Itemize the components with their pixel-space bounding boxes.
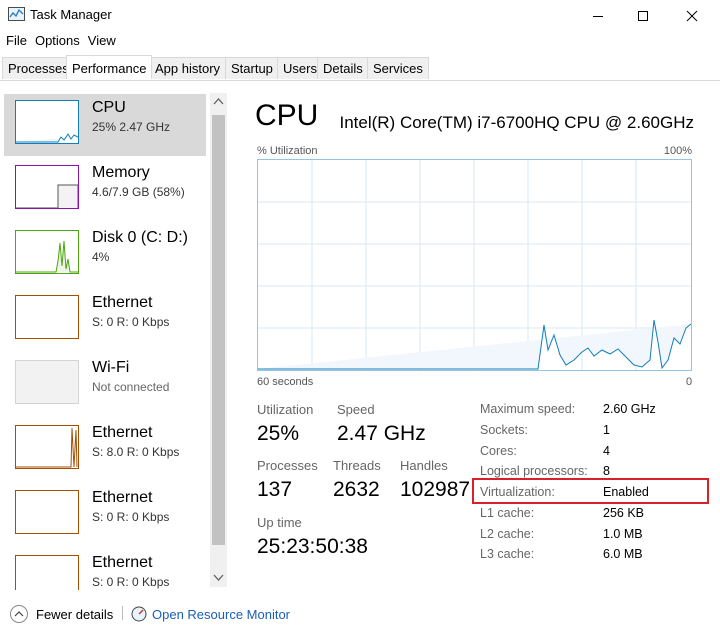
processes-value: 137: [257, 478, 293, 501]
cpu-model-name: Intel(R) Core(TM) i7-6700HQ CPU @ 2.60GH…: [339, 113, 694, 132]
close-icon: [686, 10, 698, 21]
sidebar-item-label: Wi-Fi: [92, 359, 130, 376]
sidebar-item-label: Disk 0 (C: D:): [92, 229, 188, 246]
info-value: 4: [603, 444, 610, 458]
menu-view[interactable]: View: [86, 33, 122, 51]
graph-x-min: 0: [686, 376, 693, 388]
speed-label: Speed: [337, 402, 375, 417]
info-label: Cores:: [480, 444, 517, 458]
disk-thumbnail: [15, 230, 79, 274]
sidebar-item-value: S: 0 R: 0 Kbps: [92, 575, 170, 589]
sidebar-item-label: Ethernet: [92, 554, 153, 571]
menu-bar: File Options View: [0, 33, 122, 51]
tab-strip: Processes Performance App history Startu…: [0, 55, 720, 81]
virtualization-highlight-box: [472, 478, 709, 504]
sidebar-item-ethernet-3[interactable]: Ethernet S: 0 R: 0 Kbps: [4, 484, 206, 546]
tab-startup[interactable]: Startup: [225, 57, 279, 79]
footer-bar: Fewer details Open Resource Monitor: [0, 598, 720, 632]
open-resource-monitor-link[interactable]: Open Resource Monitor: [152, 607, 290, 622]
tab-details[interactable]: Details: [317, 57, 369, 79]
sidebar-item-label: Ethernet: [92, 489, 153, 506]
sidebar-item-label: Ethernet: [92, 424, 153, 441]
page-title: CPU: [255, 99, 319, 132]
uptime-label: Up time: [257, 515, 302, 530]
menu-options[interactable]: Options: [33, 33, 86, 51]
chevron-up-icon[interactable]: [9, 604, 29, 624]
fewer-details-button[interactable]: Fewer details: [36, 607, 113, 622]
processes-label: Processes: [257, 458, 318, 473]
info-label: Logical processors:: [480, 464, 588, 478]
scroll-down-icon[interactable]: [213, 573, 224, 582]
info-label: Maximum speed:: [480, 402, 576, 416]
scrollbar-thumb[interactable]: [212, 115, 225, 545]
maximize-button[interactable]: [619, 0, 667, 31]
sidebar-item-value: Not connected: [92, 380, 170, 394]
sidebar-item-ethernet-2[interactable]: Ethernet S: 8.0 R: 0 Kbps: [4, 419, 206, 481]
info-value: 256 KB: [603, 506, 645, 520]
ethernet-thumbnail: [15, 425, 79, 469]
memory-thumbnail: [15, 165, 79, 209]
threads-label: Threads: [333, 458, 381, 473]
sidebar-item-value: 25% 2.47 GHz: [92, 120, 171, 134]
handles-value: 102987: [400, 478, 471, 501]
footer-divider: [122, 606, 123, 620]
sidebar-item-value: S: 0 R: 0 Kbps: [92, 510, 170, 524]
info-label: Sockets:: [480, 423, 528, 437]
window-title: Task Manager: [30, 7, 112, 22]
threads-value: 2632: [333, 478, 380, 501]
info-value: 1: [603, 423, 610, 437]
sidebar-item-label: CPU: [92, 99, 126, 116]
utilization-label: Utilization: [257, 402, 314, 417]
title-bar: Task Manager: [0, 0, 720, 31]
tab-services[interactable]: Services: [367, 57, 429, 79]
ethernet-thumbnail: [15, 295, 79, 339]
sidebar-item-ethernet-1[interactable]: Ethernet S: 0 R: 0 Kbps: [4, 289, 206, 351]
info-label: L1 cache:: [480, 506, 535, 520]
wifi-thumbnail: [15, 360, 79, 404]
task-manager-icon: [8, 7, 25, 21]
graph-y-label: % Utilization: [257, 145, 318, 157]
handles-label: Handles: [400, 458, 448, 473]
graph-y-max: 100%: [663, 145, 692, 157]
sidebar-item-memory[interactable]: Memory 4.6/7.9 GB (58%): [4, 159, 206, 221]
cpu-utilization-graph: [257, 159, 692, 371]
resource-monitor-icon: [131, 606, 147, 622]
minimize-button[interactable]: [574, 0, 622, 31]
info-value: 8: [603, 464, 610, 478]
sidebar-item-ethernet-4[interactable]: Ethernet S: 0 R: 0 Kbps: [4, 549, 206, 590]
tab-performance[interactable]: Performance: [66, 55, 153, 79]
minimize-icon: [593, 15, 603, 17]
menu-file[interactable]: File: [0, 33, 33, 51]
speed-value: 2.47 GHz: [337, 422, 426, 445]
sidebar-item-value: 4%: [92, 250, 110, 264]
tab-app-history[interactable]: App history: [149, 57, 227, 79]
sidebar-item-value: S: 8.0 R: 0 Kbps: [92, 445, 180, 459]
scroll-up-icon[interactable]: [213, 97, 224, 106]
sidebar-item-label: Memory: [92, 164, 150, 181]
ethernet-thumbnail: [15, 555, 79, 590]
graph-x-label: 60 seconds: [257, 376, 314, 388]
sidebar-item-wifi[interactable]: Wi-Fi Not connected: [4, 354, 206, 416]
info-label: L2 cache:: [480, 527, 535, 541]
utilization-value: 25%: [257, 422, 300, 445]
sidebar-item-value: 4.6/7.9 GB (58%): [92, 185, 185, 199]
info-value: 6.0 MB: [603, 547, 643, 561]
info-label: L3 cache:: [480, 547, 535, 561]
info-value: 1.0 MB: [603, 527, 643, 541]
sidebar-item-disk[interactable]: Disk 0 (C: D:) 4%: [4, 224, 206, 286]
ethernet-thumbnail: [15, 490, 79, 534]
resource-list: CPU 25% 2.47 GHz Memory 4.6/7.9 GB (58%)…: [0, 92, 230, 590]
sidebar-item-value: S: 0 R: 0 Kbps: [92, 315, 170, 329]
sidebar-item-cpu[interactable]: CPU 25% 2.47 GHz: [4, 94, 206, 156]
sidebar-item-label: Ethernet: [92, 294, 153, 311]
info-value: 2.60 GHz: [603, 402, 656, 416]
close-button[interactable]: [668, 0, 716, 31]
uptime-value: 25:23:50:38: [257, 535, 368, 558]
maximize-icon: [638, 10, 648, 21]
tab-processes[interactable]: Processes: [2, 57, 75, 79]
cpu-thumbnail: [15, 100, 79, 144]
